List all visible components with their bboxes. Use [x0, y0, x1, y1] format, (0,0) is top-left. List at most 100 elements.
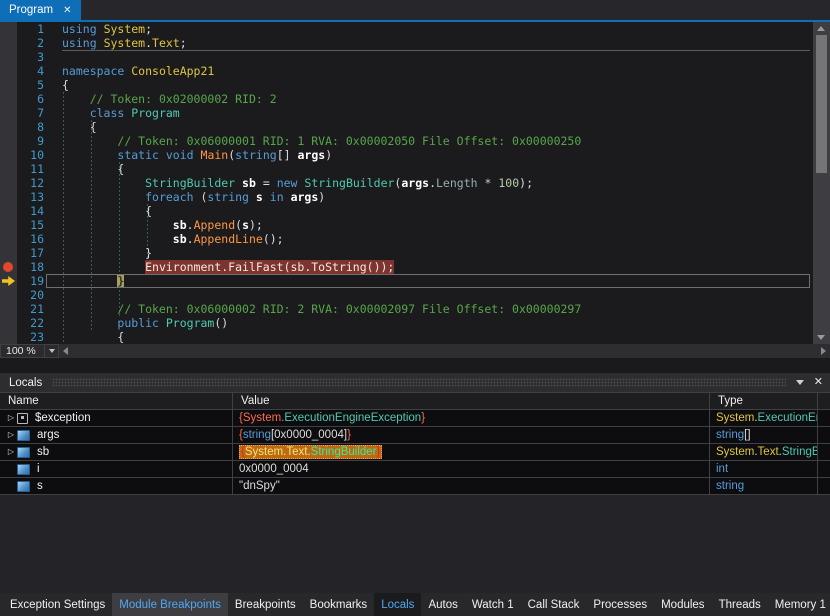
name-cell[interactable]: ▷sb: [0, 444, 233, 461]
expander-icon[interactable]: ▷: [5, 427, 17, 443]
code-line-20[interactable]: 20: [0, 288, 813, 302]
tool-tab-modules[interactable]: Modules: [654, 593, 711, 616]
code-line-13[interactable]: 13 foreach (string s in args): [0, 190, 813, 204]
tool-tab-processes[interactable]: Processes: [586, 593, 654, 616]
locals-row-i[interactable]: i0x0000_0004int: [0, 461, 830, 478]
code-token: .: [187, 232, 194, 246]
tool-tab-locals[interactable]: Locals: [374, 593, 421, 616]
scroll-right-icon[interactable]: [821, 347, 826, 355]
tool-tab-call-stack[interactable]: Call Stack: [521, 593, 587, 616]
panel-splitter[interactable]: [0, 358, 830, 373]
code-line-2[interactable]: 2using System.Text;: [0, 36, 813, 50]
code-line-10[interactable]: 10 static void Main(string[] args): [0, 148, 813, 162]
code-line-11[interactable]: 11 {: [0, 162, 813, 176]
code-token: // Token: 0x02000002 RID: 2: [90, 92, 277, 106]
locals-row-exception[interactable]: ▷$exception{System.ExecutionEngineExcept…: [0, 410, 830, 427]
code-line-6[interactable]: 6 // Token: 0x02000002 RID: 2: [0, 92, 813, 106]
code-line-12[interactable]: 12 StringBuilder sb = new StringBuilder(…: [0, 176, 813, 190]
zoom-level-combo[interactable]: 100 %: [0, 344, 59, 358]
code-token: sb: [242, 176, 256, 190]
code-line-4[interactable]: 4namespace ConsoleApp21: [0, 64, 813, 78]
locals-row-s[interactable]: s"dnSpy"string: [0, 478, 830, 495]
locals-row-sb[interactable]: ▷sb {System.Text.StringBuilder} System.Tex…: [0, 444, 830, 461]
code-token: }: [117, 274, 124, 288]
close-icon[interactable]: ✕: [63, 5, 71, 16]
code-token: ;: [180, 36, 187, 50]
code-editor[interactable]: 1using System;2using System.Text;34names…: [0, 22, 830, 344]
line-number: 16: [0, 232, 44, 246]
code-line-3[interactable]: 3: [0, 50, 813, 64]
code-token: [194, 148, 201, 162]
name-cell[interactable]: i: [0, 461, 233, 478]
code-line-18[interactable]: 18 Environment.FailFast(sb.ToString());: [0, 260, 813, 274]
code-token: [97, 36, 104, 50]
code-line-23[interactable]: 23 {: [0, 330, 813, 344]
code-text: using System.Text;: [44, 36, 813, 50]
code-line-15[interactable]: 15 sb.Append(s);: [0, 218, 813, 232]
window-position-icon[interactable]: [796, 380, 804, 385]
scroll-left-icon[interactable]: [63, 347, 68, 355]
code-text: }: [44, 274, 813, 288]
tool-tab-breakpoints[interactable]: Breakpoints: [228, 593, 303, 616]
tool-tab-autos[interactable]: Autos: [421, 593, 464, 616]
value-cell[interactable]: {string[0x0000_0004]}: [233, 427, 710, 444]
name-cell[interactable]: s: [0, 478, 233, 495]
code-line-19[interactable]: 19 }: [0, 274, 813, 288]
scroll-up-icon[interactable]: [817, 26, 825, 31]
tab-program[interactable]: Program ✕: [0, 0, 81, 20]
column-header-name[interactable]: Name: [0, 393, 233, 410]
expander-icon[interactable]: ▷: [5, 410, 17, 426]
tool-tab-memory-1[interactable]: Memory 1: [768, 593, 830, 616]
code-token: Environment.FailFast(sb.ToString());: [145, 260, 394, 274]
code-token: [0x0000_0004]: [271, 429, 347, 441]
value-changed-highlight: {System.Text.StringBuilder}: [239, 445, 382, 459]
code-line-7[interactable]: 7 class Program: [0, 106, 813, 120]
name-cell[interactable]: ▷ args: [0, 427, 233, 444]
column-header-extra: [818, 393, 830, 410]
code-token: Text: [152, 36, 180, 50]
code-line-22[interactable]: 22 public Program(): [0, 316, 813, 330]
variable-name: args: [37, 427, 59, 443]
code-token: [62, 218, 173, 232]
tool-tab-module-breakpoints[interactable]: Module Breakpoints: [112, 593, 228, 616]
code-line-8[interactable]: 8 {: [0, 120, 813, 134]
code-line-9[interactable]: 9 // Token: 0x06000001 RID: 1 RVA: 0x000…: [0, 134, 813, 148]
locals-panel-titlebar[interactable]: Locals ✕: [0, 373, 830, 392]
code-line-5[interactable]: 5{: [0, 78, 813, 92]
close-icon[interactable]: ✕: [814, 373, 823, 392]
code-line-16[interactable]: 16 sb.AppendLine();: [0, 232, 813, 246]
breakpoint-icon[interactable]: [3, 262, 13, 272]
vertical-scrollbar[interactable]: [813, 22, 830, 344]
vertical-scrollbar-thumb[interactable]: [816, 35, 827, 173]
horizontal-scrollbar[interactable]: [59, 344, 830, 358]
column-header-type[interactable]: Type: [710, 393, 818, 410]
code-token: [62, 274, 117, 288]
column-header-value[interactable]: Value: [233, 393, 710, 410]
code-token: {: [62, 330, 124, 344]
code-line-14[interactable]: 14 {: [0, 204, 813, 218]
scroll-down-icon[interactable]: [817, 335, 825, 340]
expander-icon[interactable]: ▷: [5, 444, 17, 460]
code-line-17[interactable]: 17 }: [0, 246, 813, 260]
name-cell[interactable]: ▷$exception: [0, 410, 233, 427]
dnspy-window: Program ✕ 1using System;2using System.Te…: [0, 0, 830, 616]
code-token: using: [62, 22, 97, 36]
zoom-dropdown-button[interactable]: [44, 345, 58, 357]
tool-tab-exception-settings[interactable]: Exception Settings: [3, 593, 112, 616]
value-cell[interactable]: {System.ExecutionEngineException}: [233, 410, 710, 427]
tool-tab-threads[interactable]: Threads: [712, 593, 768, 616]
code-token: [284, 190, 291, 204]
tool-tab-watch-1[interactable]: Watch 1: [465, 593, 521, 616]
value-cell[interactable]: "dnSpy": [233, 478, 710, 495]
code-token: s: [242, 218, 249, 232]
code-token: "dnSpy": [239, 480, 280, 492]
code-line-21[interactable]: 21 // Token: 0x06000002 RID: 2 RVA: 0x00…: [0, 302, 813, 316]
tool-tab-bookmarks[interactable]: Bookmarks: [303, 593, 375, 616]
value-cell[interactable]: {System.Text.StringBuilder}: [233, 444, 710, 461]
type-cell: System.Text.StringBuilder: [710, 444, 818, 461]
code-line-1[interactable]: 1using System;: [0, 22, 813, 36]
locals-grid: Name Value Type ▷$exception{System.Execu…: [0, 392, 830, 495]
locals-row-args[interactable]: ▷args{string[0x0000_0004]}string[]: [0, 427, 830, 444]
code-token: using: [62, 36, 97, 50]
value-cell[interactable]: 0x0000_0004: [233, 461, 710, 478]
